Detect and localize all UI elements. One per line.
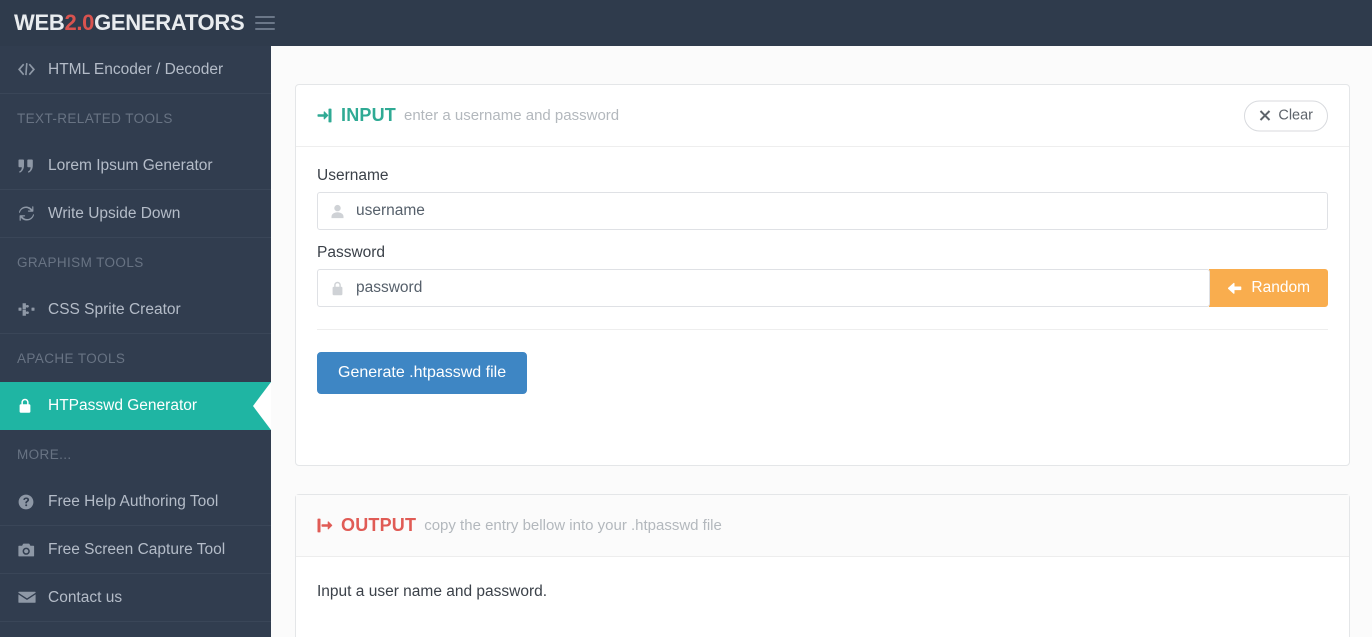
refresh-icon [18,206,48,221]
lock-icon [18,398,48,414]
output-panel: OUTPUT copy the entry bellow into your .… [295,494,1350,637]
puzzle-icon [18,302,48,317]
output-panel-subtitle: copy the entry bellow into your .htpassw… [424,517,722,534]
username-row [317,192,1328,230]
sidebar-section-label: APACHE TOOLS [17,350,126,366]
clear-button[interactable]: Clear [1244,100,1328,131]
sidebar-section-label: GRAPHISM TOOLS [17,254,144,270]
input-panel-header: INPUT enter a username and password Clea… [296,85,1349,147]
sidebar-section-label: MORE... [17,446,72,462]
password-row: Random [317,269,1328,307]
sidebar-item-label: Contact us [48,588,123,606]
sidebar-item-label: Lorem Ipsum Generator [48,156,213,174]
sidebar-item-htpasswd-generator[interactable]: HTPasswd Generator [0,382,271,430]
sidebar-item-free-screen-capture-tool[interactable]: Free Screen Capture Tool [0,526,271,574]
logo-text-part1: WEB [14,10,65,35]
sidebar[interactable]: HTML Encoder / Decoder TEXT-RELATED TOOL… [0,46,271,637]
hamburger-icon[interactable] [255,14,276,32]
sidebar-section-graphism-tools: GRAPHISM TOOLS [0,238,271,286]
clear-button-label: Clear [1278,107,1313,124]
password-label: Password [317,244,386,261]
output-panel-header: OUTPUT copy the entry bellow into your .… [296,495,1349,557]
password-input[interactable] [356,270,1210,306]
username-label: Username [317,167,389,184]
sidebar-item-contact-us[interactable]: Contact us [0,574,271,622]
input-panel-title: INPUT [341,105,396,125]
hamburger-bar [255,28,276,30]
sidebar-item-label: HTML Encoder / Decoder [48,60,224,78]
output-panel-title: OUTPUT [341,515,417,535]
sign-out-icon [317,518,334,533]
username-input-wrapper[interactable] [317,192,1328,230]
close-x-icon [1259,110,1271,122]
sidebar-item-css-sprite-creator[interactable]: CSS Sprite Creator [0,286,271,334]
quote-icon [18,159,48,173]
site-logo[interactable]: WEB2.0GENERATORS [14,10,245,35]
envelope-icon [18,591,48,604]
random-password-button[interactable]: Random [1209,269,1328,307]
main-content: INPUT enter a username and password Clea… [271,46,1372,637]
random-button-label: Random [1251,279,1310,296]
sidebar-item-write-upside-down[interactable]: Write Upside Down [0,190,271,238]
input-panel: INPUT enter a username and password Clea… [295,84,1350,466]
lock-icon [318,281,356,296]
sidebar-section-apache-tools: APACHE TOOLS [0,334,271,382]
form-divider [317,329,1328,330]
user-icon [318,204,356,219]
input-panel-body: Username Password [296,147,1349,394]
arrow-left-icon [1227,282,1242,295]
sidebar-item-label: Write Upside Down [48,204,181,222]
sign-in-icon [317,108,334,123]
sidebar-item-label: CSS Sprite Creator [48,300,181,318]
hamburger-bar [255,22,276,24]
question-circle-icon [18,494,48,510]
sidebar-section-label: TEXT-RELATED TOOLS [17,110,173,126]
hamburger-bar [255,16,276,18]
generate-htpasswd-button[interactable]: Generate .htpasswd file [317,352,528,394]
camera-icon [18,543,48,557]
code-icon [18,63,48,76]
sidebar-item-lorem-ipsum-generator[interactable]: Lorem Ipsum Generator [0,142,271,190]
password-input-wrapper[interactable] [317,269,1211,307]
sidebar-section-text-related-tools: TEXT-RELATED TOOLS [0,94,271,142]
logo-text-part2: GENERATORS [94,10,245,35]
sidebar-item-label: HTPasswd Generator [48,396,198,414]
logo-text-accent: 2.0 [64,10,95,35]
sidebar-section-more: MORE... [0,430,271,478]
input-panel-subtitle: enter a username and password [404,107,620,124]
sidebar-item-free-help-authoring-tool[interactable]: Free Help Authoring Tool [0,478,271,526]
sidebar-section-supported-by: SUPPORTED BY [0,622,271,637]
sidebar-item-html-encoder-decoder[interactable]: HTML Encoder / Decoder [0,46,271,94]
sidebar-item-label: Free Screen Capture Tool [48,540,226,558]
top-bar: WEB2.0GENERATORS [0,0,1372,46]
sidebar-item-label: Free Help Authoring Tool [48,492,219,510]
username-input[interactable] [356,193,1327,229]
output-panel-body: Input a user name and password. [317,583,548,600]
